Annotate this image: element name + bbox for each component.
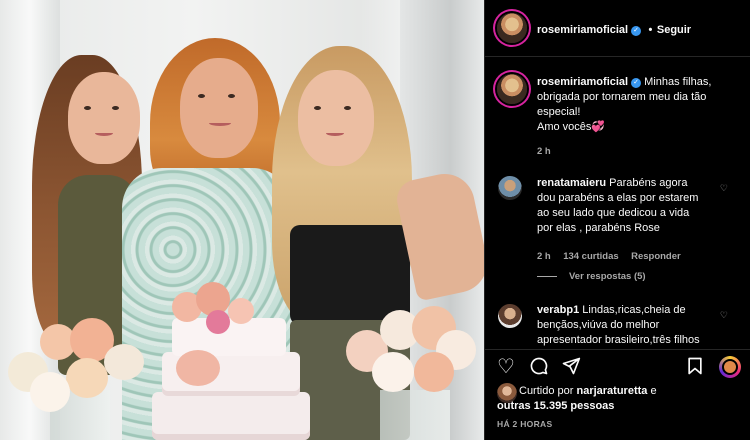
comment-likes[interactable]: 134 curtidas [563, 251, 618, 262]
post-photo [0, 0, 484, 440]
post-sidebar: rosemiriamoficial ✓ • Seguir rosemiriamof… [484, 0, 750, 440]
caption-text: rosemiriamoficial ✓ Minhas filhas, obriga… [537, 75, 737, 135]
caption-line: obrigada por tornarem meu dia tão [537, 91, 707, 103]
comment-line: bençãos,viúva do melhor [537, 319, 660, 331]
author-username[interactable]: rosemiriamoficial [537, 24, 628, 36]
comment-meta: 2 h 134 curtidas Responder [537, 246, 681, 264]
comment-line: dou parabéns a elas por estarem [537, 192, 699, 204]
heart-icon[interactable]: ♡ [497, 357, 515, 377]
dot-separator: • [648, 24, 653, 36]
story-ring-icon[interactable] [719, 356, 741, 378]
caption-line: Amo vocês💞 [537, 121, 606, 133]
caption-avatar[interactable] [497, 74, 527, 104]
comment-line: ao seu lado que dedicou a vida [537, 207, 690, 219]
bookmark-icon[interactable] [685, 356, 705, 380]
comment-line: por elas , parabéns Rose [537, 222, 660, 234]
comment-text: renatamaieru Parabéns agora dou parabéns… [537, 176, 717, 236]
caption-line: Minhas filhas, [644, 76, 712, 88]
actions-divider [485, 349, 750, 350]
commenter-avatar[interactable] [498, 176, 522, 200]
header-divider [485, 56, 750, 57]
comment-username[interactable]: renatamaieru [537, 177, 606, 189]
comment-text: verabp1 Lindas,ricas,cheia de bençãos,vi… [537, 303, 722, 348]
liker-username[interactable]: narjaraturetta [576, 385, 647, 397]
likes-prefix: Curtido por [519, 385, 574, 397]
author-avatar[interactable] [497, 13, 527, 43]
commenter-avatar[interactable] [498, 304, 522, 328]
view-replies-label: Ver respostas (5) [569, 271, 646, 282]
others-likes-link[interactable]: outras 15.395 pessoas [497, 400, 614, 412]
comment-line: Lindas,ricas,cheia de [582, 304, 686, 316]
likes-text: Curtido por narjaraturetta e outras 15.3… [497, 384, 657, 414]
comment-line: Parabéns agora [609, 177, 688, 189]
caption-line: especial! [537, 106, 581, 118]
verified-icon: ✓ [631, 26, 642, 36]
replies-line [537, 276, 557, 277]
likes-conj: e [650, 385, 657, 397]
post-timestamp: HÁ 2 HORAS [497, 419, 553, 429]
comment-icon[interactable] [529, 356, 549, 380]
caption-username[interactable]: rosemiriamoficial [537, 76, 628, 88]
comment-time: 2 h [537, 251, 551, 262]
follow-button[interactable]: Seguir [657, 24, 691, 36]
share-icon[interactable] [561, 356, 581, 380]
author-info: rosemiriamoficial ✓ • Seguir [537, 20, 691, 38]
verified-icon: ✓ [631, 78, 642, 88]
comment-like-icon[interactable]: ♡ [720, 183, 728, 194]
comment-like-icon[interactable]: ♡ [720, 310, 728, 321]
comment-username[interactable]: verabp1 [537, 304, 579, 316]
reply-button[interactable]: Responder [631, 251, 681, 262]
caption-time: 2 h [537, 146, 551, 157]
comment-line: apresentador brasileiro,três filhos [537, 334, 700, 346]
view-replies-button[interactable]: Ver respostas (5) [537, 271, 646, 282]
